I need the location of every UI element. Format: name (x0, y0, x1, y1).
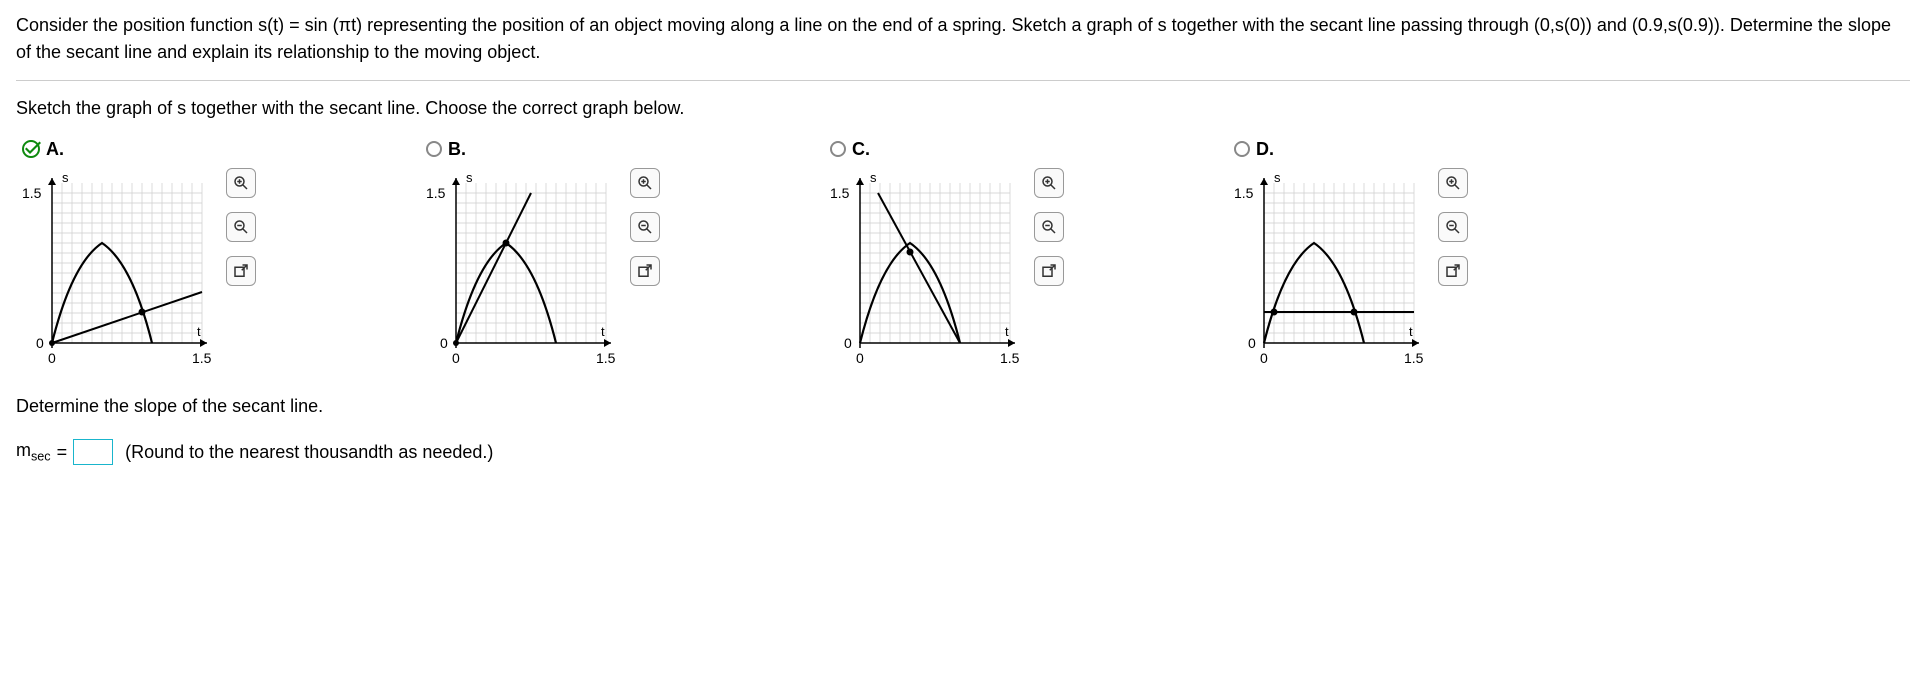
slope-prompt: Determine the slope of the secant line. (16, 396, 1910, 417)
option-label: C. (852, 139, 870, 160)
instruction-text: Sketch the graph of s together with the … (16, 95, 1910, 122)
equals-sign: = (57, 442, 68, 463)
zoom-in-icon[interactable] (1034, 168, 1064, 198)
option-d[interactable]: D. s (1234, 138, 1468, 368)
option-header-b: B. (426, 138, 660, 160)
svg-text:t: t (601, 324, 605, 339)
option-header-a: A. (22, 138, 256, 160)
option-header-d: D. (1234, 138, 1468, 160)
zoom-in-icon[interactable] (630, 168, 660, 198)
popout-icon[interactable] (1438, 256, 1468, 286)
svg-text:1.5: 1.5 (426, 185, 446, 201)
radio-empty-icon[interactable] (1234, 141, 1250, 157)
svg-text:0: 0 (1248, 335, 1256, 351)
svg-text:s: s (466, 170, 473, 185)
zoom-out-icon[interactable] (1438, 212, 1468, 242)
svg-text:1.5: 1.5 (1404, 350, 1424, 366)
svg-text:t: t (197, 324, 201, 339)
option-label: D. (1256, 139, 1274, 160)
option-header-c: C. (830, 138, 1064, 160)
svg-text:0: 0 (844, 335, 852, 351)
option-a[interactable]: A. (22, 138, 256, 368)
svg-text:t: t (1005, 324, 1009, 339)
popout-icon[interactable] (226, 256, 256, 286)
graph-c: s t 1.5 0 0 1.5 (830, 168, 1020, 368)
svg-text:0: 0 (1260, 350, 1268, 366)
zoom-out-icon[interactable] (1034, 212, 1064, 242)
svg-text:0: 0 (440, 335, 448, 351)
round-note: (Round to the nearest thousandth as need… (125, 442, 493, 463)
svg-text:0: 0 (856, 350, 864, 366)
svg-text:0: 0 (452, 350, 460, 366)
problem-statement: Consider the position function s(t) = si… (16, 12, 1910, 66)
option-b[interactable]: B. s (426, 138, 660, 368)
options-row: A. (16, 138, 1910, 368)
radio-check-icon[interactable] (22, 140, 40, 158)
svg-text:0: 0 (36, 335, 44, 351)
radio-empty-icon[interactable] (830, 141, 846, 157)
popout-icon[interactable] (1034, 256, 1064, 286)
svg-text:1.5: 1.5 (192, 350, 212, 366)
graph-d: s t 1.5 0 0 1.5 (1234, 168, 1424, 368)
option-label: A. (46, 139, 64, 160)
svg-text:1.5: 1.5 (22, 185, 42, 201)
svg-text:s: s (1274, 170, 1281, 185)
svg-text:s: s (870, 170, 877, 185)
zoom-in-icon[interactable] (1438, 168, 1468, 198)
zoom-in-icon[interactable] (226, 168, 256, 198)
option-c[interactable]: C. s t (830, 138, 1064, 368)
zoom-out-icon[interactable] (630, 212, 660, 242)
option-label: B. (448, 139, 466, 160)
slope-input-row: msec = (Round to the nearest thousandth … (16, 439, 1910, 465)
graph-b: s t 1.5 0 0 1.5 (426, 168, 616, 368)
slope-input[interactable] (73, 439, 113, 465)
zoom-out-icon[interactable] (226, 212, 256, 242)
svg-text:1.5: 1.5 (1234, 185, 1254, 201)
slope-variable: msec (16, 440, 51, 464)
svg-text:1.5: 1.5 (830, 185, 850, 201)
graph-a: s t 1.5 0 0 1.5 (22, 168, 212, 368)
radio-empty-icon[interactable] (426, 141, 442, 157)
svg-text:0: 0 (48, 350, 56, 366)
svg-text:1.5: 1.5 (596, 350, 616, 366)
svg-text:1.5: 1.5 (1000, 350, 1020, 366)
svg-text:t: t (1409, 324, 1413, 339)
separator (16, 80, 1910, 81)
svg-text:s: s (62, 170, 69, 185)
popout-icon[interactable] (630, 256, 660, 286)
